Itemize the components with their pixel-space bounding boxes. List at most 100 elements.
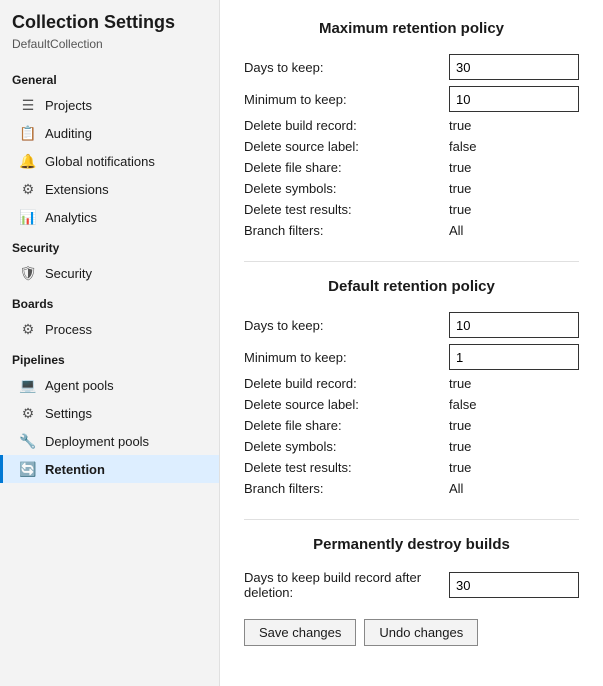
collection-name: DefaultCollection [0,37,219,63]
section-label-boards: Boards [0,287,219,315]
def-days-to-keep-label: Days to keep: [244,318,449,333]
build-days-row: Days to keep build record after deletion… [244,567,579,603]
delete-source-label-value: false [449,139,579,154]
sidebar-item-auditing[interactable]: 📋 Auditing [0,119,219,147]
maximum-retention-section: Maximum retention policy Days to keep: M… [244,20,579,241]
def-delete-source-label-value: false [449,397,579,412]
policy-row: Delete build record: true [244,115,579,136]
policy-row: Branch filters: All [244,220,579,241]
policy-row: Days to keep: [244,309,579,341]
sidebar-item-analytics[interactable]: 📊 Analytics [0,203,219,231]
sidebar-item-security[interactable]: 🛡 Security [0,259,219,287]
policy-row: Delete symbols: true [244,436,579,457]
main-content: Maximum retention policy Days to keep: M… [220,0,603,686]
sidebar-item-projects[interactable]: ☰ Projects [0,91,219,119]
sidebar-item-label: Security [45,266,92,281]
def-min-to-keep-input[interactable] [449,344,579,370]
build-days-input[interactable] [449,572,579,598]
delete-test-results-label: Delete test results: [244,202,449,217]
max-days-to-keep-input[interactable] [449,54,579,80]
policy-row: Delete source label: false [244,136,579,157]
undo-button[interactable]: Undo changes [364,619,478,646]
projects-icon: ☰ [19,96,37,114]
divider [244,519,579,520]
divider [244,261,579,262]
settings-icon: ⚙ [19,404,37,422]
def-delete-symbols-label: Delete symbols: [244,439,449,454]
default-retention-table: Days to keep: Minimum to keep: Delete bu… [244,309,579,499]
def-days-to-keep-input[interactable] [449,312,579,338]
sidebar-item-agent-pools[interactable]: 💻 Agent pools [0,371,219,399]
maximum-retention-heading: Maximum retention policy [244,20,579,37]
notifications-icon: 🔔 [19,152,37,170]
def-delete-build-record-label: Delete build record: [244,376,449,391]
sidebar-item-label: Process [45,322,92,337]
def-delete-build-record-value: true [449,376,579,391]
delete-test-results-value: true [449,202,579,217]
policy-row: Delete file share: true [244,415,579,436]
page-title: Collection Settings [0,12,219,37]
def-delete-source-label-label: Delete source label: [244,397,449,412]
def-delete-symbols-value: true [449,439,579,454]
policy-row: Delete test results: true [244,199,579,220]
default-retention-heading: Default retention policy [244,278,579,295]
policy-row: Minimum to keep: [244,341,579,373]
policy-row: Delete file share: true [244,157,579,178]
sidebar-item-label: Analytics [45,210,97,225]
days-to-keep-label: Days to keep: [244,60,449,75]
sidebar-item-deployment-pools[interactable]: 🔧 Deployment pools [0,427,219,455]
security-icon: 🛡 [19,264,37,282]
delete-file-share-value: true [449,160,579,175]
sidebar-item-label: Extensions [45,182,109,197]
default-retention-section: Default retention policy Days to keep: M… [244,278,579,499]
section-label-security: Security [0,231,219,259]
sidebar-item-process[interactable]: ⚙ Process [0,315,219,343]
branch-filters-value: All [449,223,579,238]
def-branch-filters-label: Branch filters: [244,481,449,496]
sidebar-item-extensions[interactable]: ⚙ Extensions [0,175,219,203]
policy-row: Days to keep: [244,51,579,83]
sidebar: Collection Settings DefaultCollection Ge… [0,0,220,686]
def-delete-test-results-value: true [449,460,579,475]
agent-pools-icon: 💻 [19,376,37,394]
sidebar-item-label: Projects [45,98,92,113]
policy-row: Delete test results: true [244,457,579,478]
sidebar-item-label: Auditing [45,126,92,141]
save-button[interactable]: Save changes [244,619,356,646]
sidebar-item-label: Settings [45,406,92,421]
policy-row: Branch filters: All [244,478,579,499]
delete-file-share-label: Delete file share: [244,160,449,175]
sidebar-item-global-notifications[interactable]: 🔔 Global notifications [0,147,219,175]
section-label-general: General [0,63,219,91]
action-buttons: Save changes Undo changes [244,619,579,646]
def-delete-test-results-label: Delete test results: [244,460,449,475]
def-min-to-keep-label: Minimum to keep: [244,350,449,365]
maximum-retention-table: Days to keep: Minimum to keep: Delete bu… [244,51,579,241]
delete-build-record-value: true [449,118,579,133]
min-to-keep-label: Minimum to keep: [244,92,449,107]
delete-symbols-value: true [449,181,579,196]
sidebar-item-retention[interactable]: 🔄 Retention [0,455,219,483]
max-min-to-keep-input[interactable] [449,86,579,112]
def-delete-file-share-label: Delete file share: [244,418,449,433]
delete-source-label-label: Delete source label: [244,139,449,154]
sidebar-item-label: Deployment pools [45,434,149,449]
def-delete-file-share-value: true [449,418,579,433]
delete-build-record-label: Delete build record: [244,118,449,133]
policy-row: Delete build record: true [244,373,579,394]
def-branch-filters-value: All [449,481,579,496]
permanently-destroy-section: Permanently destroy builds Days to keep … [244,536,579,646]
sidebar-item-label: Agent pools [45,378,114,393]
policy-row: Delete symbols: true [244,178,579,199]
extensions-icon: ⚙ [19,180,37,198]
sidebar-item-settings[interactable]: ⚙ Settings [0,399,219,427]
policy-row: Minimum to keep: [244,83,579,115]
sidebar-item-label: Global notifications [45,154,155,169]
build-days-label: Days to keep build record after deletion… [244,570,449,600]
retention-icon: 🔄 [19,460,37,478]
branch-filters-label: Branch filters: [244,223,449,238]
process-icon: ⚙ [19,320,37,338]
section-label-pipelines: Pipelines [0,343,219,371]
sidebar-item-label: Retention [45,462,105,477]
permanently-destroy-heading: Permanently destroy builds [244,536,579,553]
